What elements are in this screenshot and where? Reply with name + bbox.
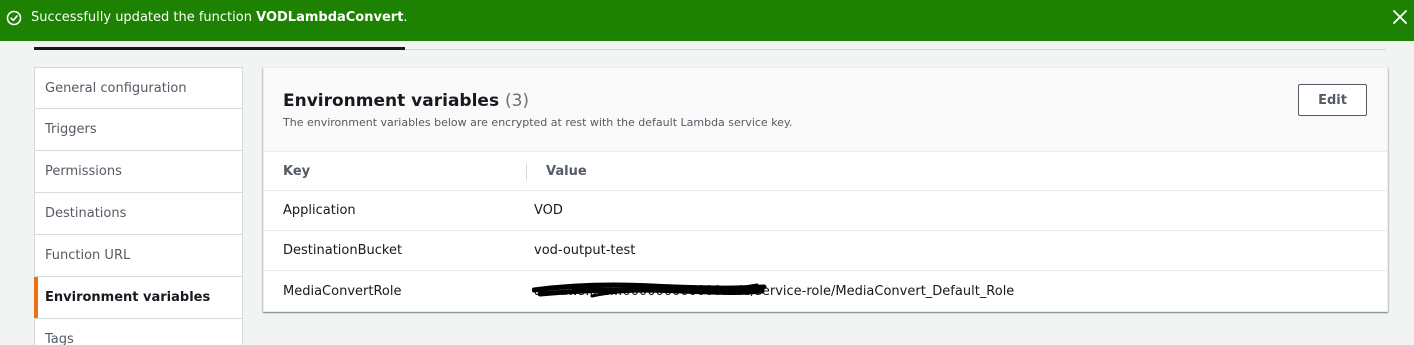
check-circle-icon	[6, 10, 22, 26]
active-tab-indicator	[34, 47, 405, 50]
column-header-value: Value	[546, 163, 587, 179]
flash-function-name: VODLambdaConvert	[256, 10, 404, 25]
close-icon[interactable]	[1392, 9, 1408, 25]
environment-variables-table: Key Value Application VOD DestinationBuc…	[264, 152, 1387, 311]
edit-button[interactable]: Edit	[1298, 84, 1367, 116]
variable-key: DestinationBucket	[283, 243, 403, 258]
table-header-row: Key Value	[264, 152, 1387, 191]
variable-key: MediaConvertRole	[283, 283, 402, 299]
nav-item-tags[interactable]: Tags	[35, 319, 242, 345]
nav-item-triggers[interactable]: Triggers	[35, 109, 242, 151]
variable-value: VOD	[534, 203, 563, 218]
success-flash-banner: Successfully updated the function VODLam…	[0, 0, 1414, 41]
flash-message: Successfully updated the function VODLam…	[31, 10, 408, 25]
variable-value: vod-output-test	[534, 243, 636, 258]
table-row: Application VOD	[264, 191, 1387, 231]
table-row: DestinationBucket vod-output-test	[264, 231, 1387, 271]
nav-item-environment-variables[interactable]: Environment variables	[34, 277, 242, 319]
column-header-key: Key	[283, 163, 311, 179]
nav-item-destinations[interactable]: Destinations	[35, 193, 242, 235]
flash-message-prefix: Successfully updated the function	[31, 10, 252, 25]
variable-key: Application	[283, 203, 356, 218]
table-row: MediaConvertRole arn:aws:iam::0000000000…	[264, 271, 1387, 311]
environment-variables-panel: Environment variables (3) The environmen…	[263, 67, 1388, 312]
panel-title-text: Environment variables	[283, 91, 500, 111]
panel-header: Environment variables (3) The environmen…	[264, 68, 1387, 152]
variable-count: (3)	[504, 91, 530, 111]
nav-item-permissions[interactable]: Permissions	[35, 151, 242, 193]
panel-title: Environment variables (3)	[283, 90, 529, 112]
redaction-scribble	[532, 282, 767, 298]
panel-description: The environment variables below are encr…	[283, 116, 793, 129]
column-separator	[526, 164, 527, 180]
nav-item-general-configuration[interactable]: General configuration	[35, 68, 242, 109]
configuration-side-nav: General configuration Triggers Permissio…	[34, 67, 243, 345]
nav-item-function-url[interactable]: Function URL	[35, 235, 242, 277]
